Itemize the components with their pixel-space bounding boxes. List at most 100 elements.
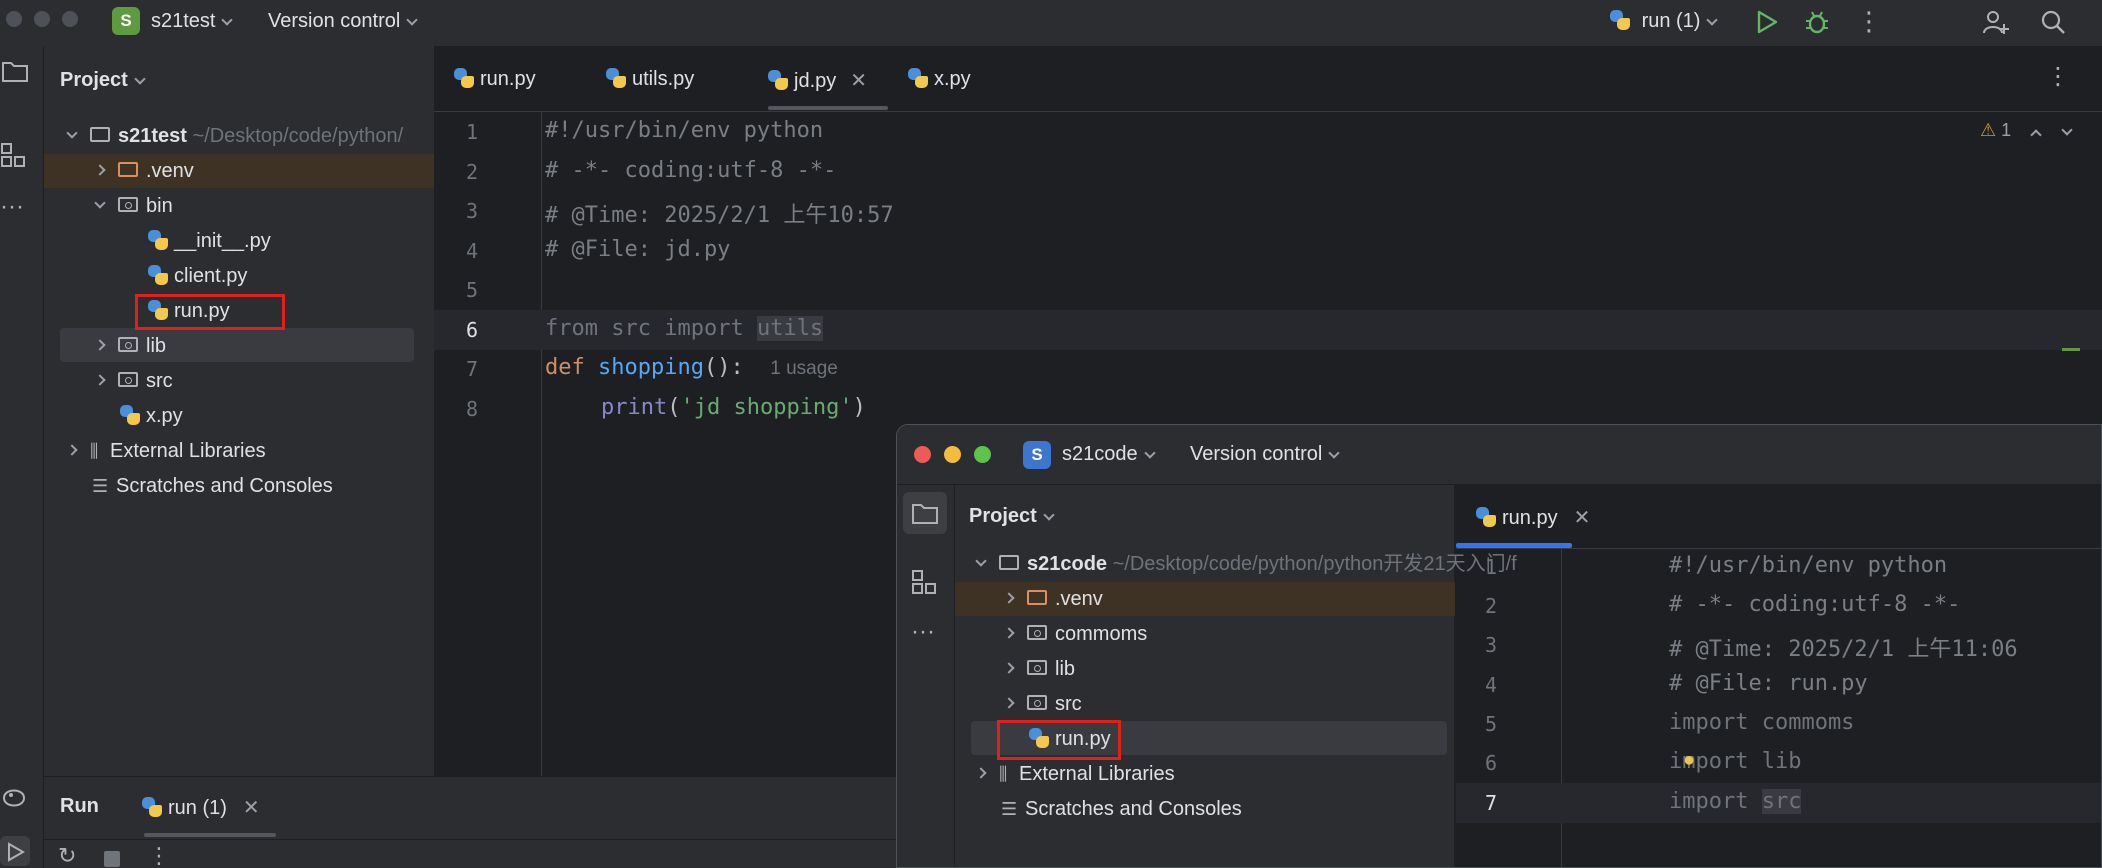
line-number: 5 — [1484, 712, 1497, 736]
project-panel: Project s21code ~/Desktop/code/python/py… — [955, 485, 1517, 867]
run-tab[interactable]: run (1) ✕ — [142, 795, 260, 820]
string-literal: 'jd shopping' — [680, 395, 853, 420]
window-minimize-button[interactable] — [944, 446, 961, 463]
version-control-menu[interactable]: Version control — [268, 10, 418, 33]
code-line-3[interactable]: # @Time: 2025/2/1 上午11:06 — [1669, 631, 2018, 663]
tree-item-bin[interactable]: bin — [92, 189, 173, 223]
tree-root[interactable]: s21test ~/Desktop/code/python/ — [64, 119, 403, 153]
version-control-menu[interactable]: Version control — [1190, 443, 1340, 466]
title-bar: S s21test Version control run (1) ⋮ — [0, 0, 2102, 46]
close-tab-icon[interactable]: ✕ — [1574, 507, 1591, 529]
window-close-button[interactable] — [6, 11, 22, 27]
structure-tool-icon[interactable] — [0, 142, 28, 170]
tree-item-venv[interactable]: .venv — [92, 154, 194, 188]
item-label: src — [146, 370, 173, 392]
run-tool-button[interactable] — [0, 836, 30, 866]
python-console-icon[interactable] — [0, 784, 28, 812]
python-file-icon — [1476, 506, 1496, 527]
more-tools-icon[interactable]: ··· — [0, 195, 24, 219]
line-number: 7 — [465, 357, 478, 381]
tree-item-x[interactable]: x.py — [120, 399, 183, 433]
run-icon[interactable] — [1756, 10, 1778, 34]
tree-item-venv[interactable]: .venv — [1001, 582, 1103, 616]
project-switcher[interactable]: s21test — [151, 10, 234, 33]
next-highlight-icon[interactable] — [2061, 124, 2073, 136]
project-switcher[interactable]: s21code — [1062, 443, 1156, 466]
tab-run-py[interactable]: run.py ✕ — [1476, 505, 1590, 530]
tree-item-lib[interactable]: lib — [92, 329, 166, 363]
python-file-icon — [908, 67, 928, 88]
close-tab-icon[interactable]: ✕ — [243, 797, 260, 819]
rerun-icon[interactable]: ↻ — [58, 845, 76, 867]
tab-utils-py[interactable]: utils.py — [606, 67, 694, 91]
code-line-7[interactable]: import src — [1669, 789, 1802, 814]
code-line-2[interactable]: # -*- coding:utf-8 -*- — [1669, 592, 1960, 617]
unused-import: src — [1761, 789, 1802, 814]
run-tab-underline — [144, 833, 276, 837]
code-line-3[interactable]: # @Time: 2025/2/1 上午10:57 — [545, 197, 894, 229]
window-zoom-button[interactable] — [974, 446, 991, 463]
debug-icon[interactable] — [1804, 9, 1830, 35]
window-minimize-button[interactable] — [34, 11, 50, 27]
tab-label: jd.py — [794, 70, 837, 92]
tree-item-client[interactable]: client.py — [148, 259, 247, 293]
window-zoom-button[interactable] — [62, 11, 78, 27]
chevron-right-icon — [1003, 697, 1015, 709]
search-icon[interactable] — [2040, 9, 2066, 35]
structure-tool-icon[interactable] — [911, 569, 939, 597]
code-line-4[interactable]: # @File: run.py — [1669, 671, 1868, 696]
item-label: .venv — [1055, 588, 1103, 610]
tab-jd-py[interactable]: jd.py ✕ — [768, 68, 867, 93]
item-label: lib — [146, 335, 167, 357]
python-file-icon — [148, 264, 168, 285]
project-panel-header[interactable]: Project — [60, 69, 146, 92]
code-line-1[interactable]: #!/usr/bin/env python — [1669, 553, 1947, 578]
code-line-1[interactable]: #!/usr/bin/env python — [545, 118, 823, 143]
lightbulb-icon[interactable]: ● — [1683, 749, 1695, 772]
usage-hint[interactable]: 1 usage — [770, 358, 838, 379]
window-close-button[interactable] — [914, 446, 931, 463]
code-line-4[interactable]: # @File: jd.py — [545, 237, 730, 262]
stop-icon[interactable] — [104, 851, 120, 867]
close-tab-icon[interactable]: ✕ — [850, 70, 867, 92]
more-tools-icon[interactable]: ··· — [911, 620, 935, 644]
tab-x-py[interactable]: x.py — [908, 67, 971, 91]
chevron-right-icon — [94, 339, 106, 351]
project-name: s21test — [151, 10, 216, 32]
run-panel: Run run (1) ✕ ↻ ⋮ — [44, 776, 924, 868]
chevron-right-icon — [94, 374, 106, 386]
tree-item-external-libraries[interactable]: ⫼ External Libraries — [64, 434, 266, 468]
code-line-8[interactable]: print('jd shopping') — [601, 395, 866, 420]
add-user-icon[interactable] — [1982, 8, 2010, 36]
more-vertical-icon[interactable]: ⋮ — [148, 845, 170, 867]
tree-item-lib[interactable]: lib — [1001, 652, 1075, 686]
code-line-6[interactable]: from src import utils — [545, 316, 824, 341]
more-vertical-icon[interactable]: ⋮ — [1856, 8, 1882, 34]
chevron-down-icon — [1706, 14, 1719, 26]
tree-item-src[interactable]: src — [92, 364, 173, 398]
tree-item-commoms[interactable]: commoms — [1001, 617, 1147, 651]
python-file-icon — [120, 404, 140, 425]
tree-item-src[interactable]: src — [1001, 687, 1082, 721]
python-icon — [142, 796, 162, 817]
inspection-widget[interactable]: ⚠ 1 — [1980, 120, 2073, 141]
tree-item-scratches[interactable]: ☰ Scratches and Consoles — [92, 469, 333, 503]
tree-root[interactable]: s21code ~/Desktop/code/python/python开发21… — [973, 547, 1517, 581]
project-tool-icon[interactable] — [0, 58, 30, 84]
change-marker — [2062, 348, 2080, 351]
tree-item-init[interactable]: __init__.py — [148, 224, 271, 258]
previous-highlight-icon[interactable] — [2030, 129, 2042, 141]
run-config-selector[interactable]: run (1) — [1610, 9, 1719, 33]
line-number: 4 — [465, 239, 478, 263]
project-tool-button[interactable] — [903, 492, 947, 534]
tab-options-icon[interactable]: ⋮ — [2046, 65, 2070, 89]
code-line-2[interactable]: # -*- coding:utf-8 -*- — [545, 158, 836, 183]
tree-item-scratches[interactable]: ☰ Scratches and Consoles — [1001, 792, 1242, 826]
comment-text: # @File: jd.py — [545, 237, 731, 262]
line-number: 3 — [1484, 633, 1497, 657]
tab-run-py[interactable]: run.py — [454, 67, 536, 91]
project-panel-header[interactable]: Project — [969, 505, 1055, 528]
code-line-5[interactable]: import commoms — [1669, 710, 1854, 735]
code-line-7[interactable]: def shopping(): 1 usage — [545, 355, 838, 380]
tree-item-external-libraries[interactable]: ⫼ External Libraries — [973, 757, 1175, 791]
